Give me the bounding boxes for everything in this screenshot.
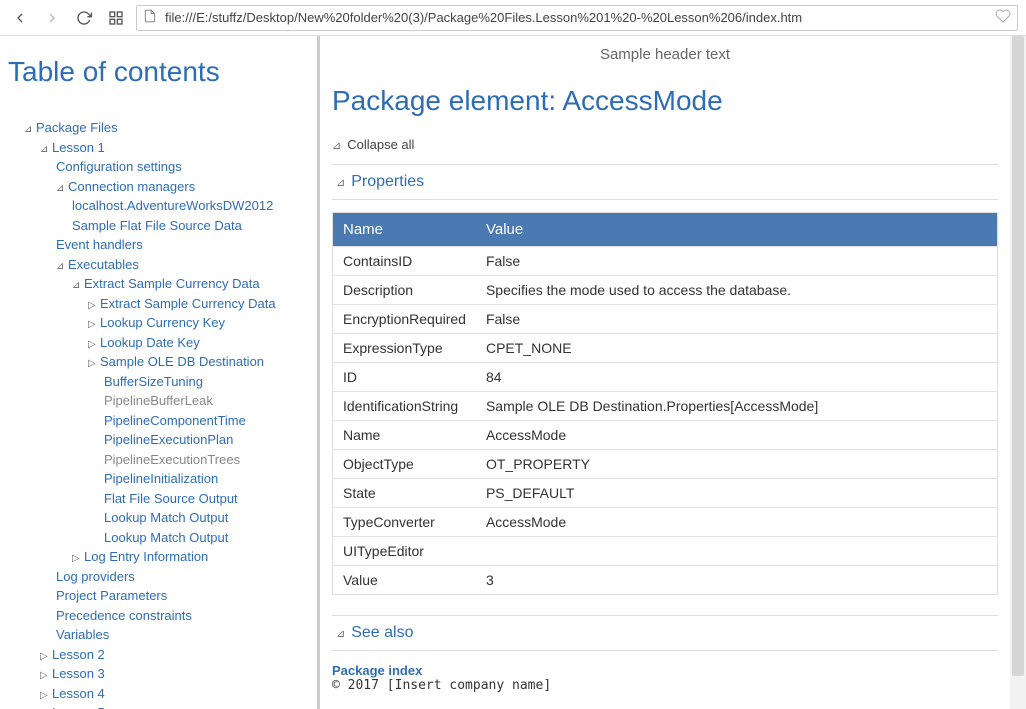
prop-value: OT_PROPERTY (476, 450, 998, 479)
url-input[interactable] (163, 9, 989, 26)
tree-root[interactable]: ⊿Package Files ⊿Lesson 1 Configuration s… (24, 118, 309, 709)
tree-item[interactable]: BufferSizeTuning (104, 372, 309, 392)
prop-name: Name (333, 421, 476, 450)
table-row: ID84 (333, 363, 998, 392)
prop-value: 84 (476, 363, 998, 392)
tree-lesson-5[interactable]: ▷Lesson 5 (40, 703, 309, 709)
forward-button[interactable] (40, 6, 64, 30)
tree-item[interactable]: Log providers (56, 567, 309, 587)
properties-section[interactable]: ⊿Properties (332, 164, 998, 200)
tree-lesson-3[interactable]: ▷Lesson 3 (40, 664, 309, 684)
tree-item[interactable]: ⊿Extract Sample Currency Data ▷Extract S… (72, 274, 309, 547)
table-row: ExpressionTypeCPET_NONE (333, 334, 998, 363)
sample-header: Sample header text (332, 36, 998, 75)
sidebar: Table of contents ⊿Package Files ⊿Lesson… (0, 36, 320, 709)
table-row: NameAccessMode (333, 421, 998, 450)
tree-item[interactable]: PipelineExecutionTrees (104, 450, 309, 470)
prop-name: IdentificationString (333, 392, 476, 421)
tree-lesson-1[interactable]: ⊿Lesson 1 Configuration settings ⊿Connec… (40, 138, 309, 645)
tree-item[interactable]: Configuration settings (56, 157, 309, 177)
content-pane: Sample header text Package element: Acce… (320, 36, 1026, 709)
prop-name: ID (333, 363, 476, 392)
tree-item[interactable]: ▷Lookup Currency Key (88, 313, 309, 333)
table-row: UITypeEditor (333, 537, 998, 566)
browser-toolbar (0, 0, 1026, 36)
back-button[interactable] (8, 6, 32, 30)
prop-name: ExpressionType (333, 334, 476, 363)
copyright: © 2017 [Insert company name] (332, 678, 998, 693)
prop-value (476, 537, 998, 566)
tree-item[interactable]: localhost.AdventureWorksDW2012 (72, 196, 309, 216)
prop-value: AccessMode (476, 508, 998, 537)
prop-name: State (333, 479, 476, 508)
prop-value: PS_DEFAULT (476, 479, 998, 508)
tree-item[interactable]: PipelineComponentTime (104, 411, 309, 431)
page-title: Package element: AccessMode (332, 85, 998, 117)
table-row: IdentificationStringSample OLE DB Destin… (333, 392, 998, 421)
prop-name: ObjectType (333, 450, 476, 479)
table-header-name: Name (333, 213, 476, 247)
tree-item[interactable]: Project Parameters (56, 586, 309, 606)
tree-item[interactable]: Flat File Source Output (104, 489, 309, 509)
prop-name: TypeConverter (333, 508, 476, 537)
prop-value: Sample OLE DB Destination.Properties[Acc… (476, 392, 998, 421)
prop-name: Value (333, 566, 476, 595)
table-row: StatePS_DEFAULT (333, 479, 998, 508)
table-row: EncryptionRequiredFalse (333, 305, 998, 334)
tree-item[interactable]: ⊿Connection managers localhost.Adventure… (56, 177, 309, 236)
tree-item[interactable]: ▷Extract Sample Currency Data (88, 294, 309, 314)
tree-item[interactable]: Sample Flat File Source Data (72, 216, 309, 236)
toc-tree: ⊿Package Files ⊿Lesson 1 Configuration s… (0, 118, 317, 709)
tree-item[interactable]: ▷Sample OLE DB Destination BufferSizeTun… (88, 352, 309, 547)
prop-name: EncryptionRequired (333, 305, 476, 334)
table-row: ObjectTypeOT_PROPERTY (333, 450, 998, 479)
tree-item[interactable]: ⊿Executables ⊿Extract Sample Currency Da… (56, 255, 309, 567)
reload-button[interactable] (72, 6, 96, 30)
tree-item[interactable]: PipelineBufferLeak (104, 391, 309, 411)
package-index-link[interactable]: Package index (332, 663, 998, 678)
properties-table: Name Value ContainsIDFalseDescriptionSpe… (332, 212, 998, 595)
toc-title: Table of contents (0, 36, 317, 118)
scrollbar[interactable] (1010, 36, 1026, 709)
prop-value: CPET_NONE (476, 334, 998, 363)
prop-name: UITypeEditor (333, 537, 476, 566)
tree-item[interactable]: PipelineExecutionPlan (104, 430, 309, 450)
table-row: ContainsIDFalse (333, 247, 998, 276)
tree-item[interactable]: Event handlers (56, 235, 309, 255)
tree-item[interactable]: Variables (56, 625, 309, 645)
table-row: DescriptionSpecifies the mode used to ac… (333, 276, 998, 305)
prop-name: ContainsID (333, 247, 476, 276)
document-icon (143, 9, 157, 26)
tree-item[interactable]: ▷Lookup Date Key (88, 333, 309, 353)
tree-lesson-2[interactable]: ▷Lesson 2 (40, 645, 309, 665)
table-row: TypeConverterAccessMode (333, 508, 998, 537)
table-row: Value3 (333, 566, 998, 595)
prop-value: Specifies the mode used to access the da… (476, 276, 998, 305)
favorite-icon[interactable] (995, 8, 1011, 27)
tree-item[interactable]: ▷Log Entry Information (72, 547, 309, 567)
collapse-all-link[interactable]: ⊿Collapse all (332, 137, 998, 164)
tree-item[interactable]: Lookup Match Output (104, 508, 309, 528)
see-also-section[interactable]: ⊿See also (332, 615, 998, 651)
tree-lesson-4[interactable]: ▷Lesson 4 (40, 684, 309, 704)
tree-item[interactable]: Lookup Match Output (104, 528, 309, 548)
prop-value: 3 (476, 566, 998, 595)
table-header-value: Value (476, 213, 998, 247)
tree-item[interactable]: Precedence constraints (56, 606, 309, 626)
prop-value: AccessMode (476, 421, 998, 450)
address-bar (136, 5, 1018, 31)
apps-button[interactable] (104, 6, 128, 30)
tree-item[interactable]: PipelineInitialization (104, 469, 309, 489)
prop-value: False (476, 305, 998, 334)
prop-name: Description (333, 276, 476, 305)
scrollbar-thumb[interactable] (1012, 36, 1024, 676)
prop-value: False (476, 247, 998, 276)
